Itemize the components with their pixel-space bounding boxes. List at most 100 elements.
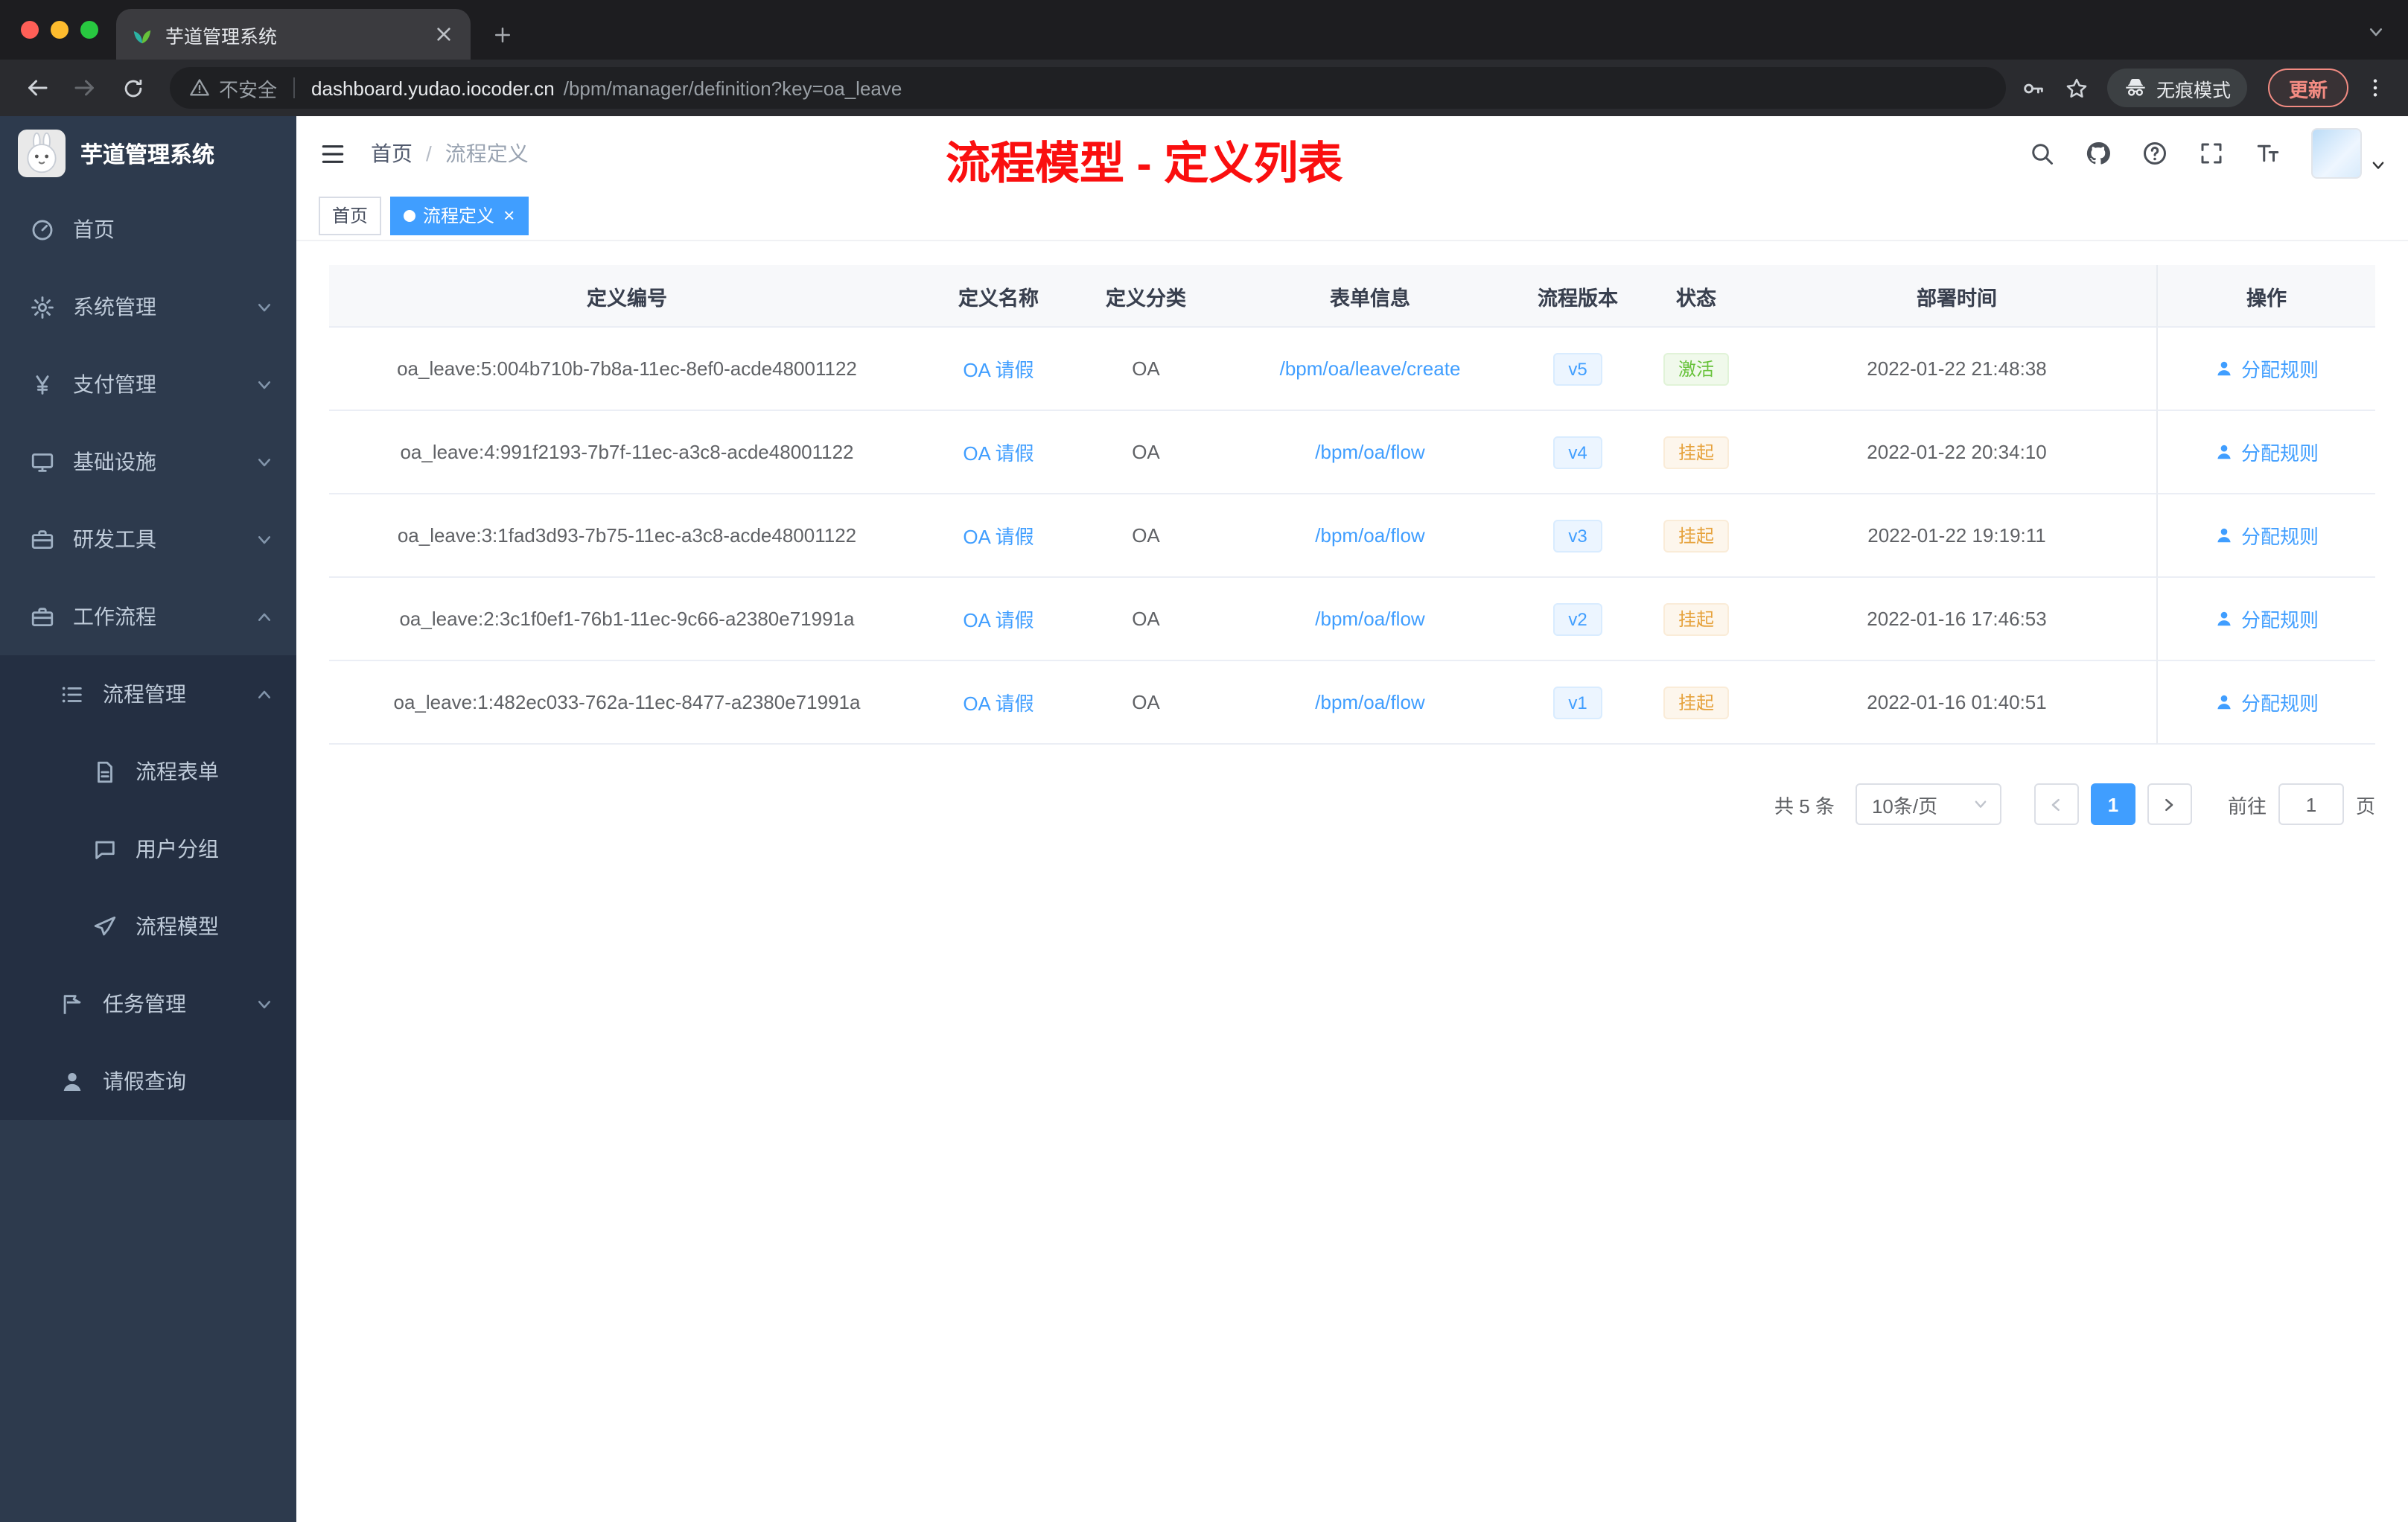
search-icon[interactable] — [2028, 140, 2055, 167]
window-controls — [21, 21, 98, 39]
user-icon — [2214, 692, 2234, 712]
next-page-button[interactable] — [2147, 783, 2192, 825]
column-header-action: 操作 — [2156, 265, 2375, 328]
page-number-button[interactable]: 1 — [2090, 783, 2135, 825]
assign-rule-link[interactable]: 分配规则 — [2214, 521, 2319, 550]
table-row: oa_leave:1:482ec033-762a-11ec-8477-a2380… — [329, 661, 2375, 745]
breadcrumb-separator: / — [426, 141, 432, 165]
back-button[interactable] — [15, 66, 60, 110]
tab-strip: 芋道管理系统 — [0, 0, 2408, 60]
minimize-window-button[interactable] — [51, 21, 69, 39]
assign-rule-link[interactable]: 分配规则 — [2214, 605, 2319, 633]
zoom-window-button[interactable] — [80, 21, 98, 39]
tag-close-icon[interactable]: × — [503, 206, 515, 225]
fullscreen-icon[interactable] — [2198, 140, 2225, 167]
app-title: 芋道管理系统 — [80, 142, 215, 168]
chevron-down-icon — [256, 453, 273, 470]
sidebar-item-home[interactable]: 首页 — [0, 191, 296, 268]
sidebar-item-process-form[interactable]: 流程表单 — [0, 733, 296, 810]
caret-down-icon[interactable] — [2371, 158, 2386, 173]
deploy-time: 2022-01-22 21:48:38 — [1757, 328, 2156, 411]
form-link[interactable]: /bpm/oa/leave/create — [1280, 357, 1461, 380]
definition-name-link[interactable]: OA 请假 — [963, 609, 1033, 631]
content-area: 定义编号 定义名称 定义分类 表单信息 流程版本 状态 部署时间 操作 oa_l — [296, 241, 2408, 1522]
definition-name-link[interactable]: OA 请假 — [963, 359, 1033, 381]
page-goto-input[interactable] — [2278, 783, 2344, 825]
user-avatar[interactable] — [2311, 128, 2362, 179]
sidebar-item-task-management[interactable]: 任务管理 — [0, 965, 296, 1042]
table-row: oa_leave:2:3c1f0ef1-76b1-11ec-9c66-a2380… — [329, 578, 2375, 661]
new-tab-button[interactable] — [480, 12, 524, 57]
page-goto: 前往 页 — [2228, 783, 2375, 825]
version-badge: v2 — [1553, 602, 1602, 635]
definition-name-link[interactable]: OA 请假 — [963, 526, 1033, 548]
sidebar-fold-icon[interactable] — [319, 139, 347, 168]
close-window-button[interactable] — [21, 21, 39, 39]
annotation-overlay: 流程模型 - 定义列表 — [946, 140, 1343, 189]
form-link[interactable]: /bpm/oa/flow — [1315, 524, 1424, 547]
sidebar-item-user-group[interactable]: 用户分组 — [0, 810, 296, 888]
definition-id: oa_leave:4:991f2193-7b7f-11ec-a3c8-acde4… — [329, 411, 925, 494]
page-size-select[interactable]: 10条/页 — [1855, 783, 2001, 825]
tab-title: 芋道管理系统 — [165, 26, 278, 47]
key-icon[interactable] — [2021, 75, 2046, 101]
browser-toolbar: 不安全 dashboard.yudao.iocoder.cn/bpm/manag… — [0, 60, 2408, 116]
chevron-up-icon — [256, 686, 273, 702]
breadcrumb-home[interactable]: 首页 — [371, 138, 413, 168]
status-badge: 挂起 — [1663, 686, 1729, 719]
deploy-time: 2022-01-16 17:46:53 — [1757, 578, 2156, 661]
app-root: 芋道管理系统 首页 系统管理 支付管理 基础设施 研发工具 工作流程 流程管理 … — [0, 116, 2408, 1522]
browser-tab[interactable]: 芋道管理系统 — [116, 9, 471, 60]
assign-rule-link[interactable]: 分配规则 — [2214, 354, 2319, 383]
kebab-menu-icon — [2363, 76, 2387, 100]
font-size-icon[interactable] — [2255, 140, 2281, 167]
sidebar-item-system[interactable]: 系统管理 — [0, 268, 296, 346]
sidebar-item-payment[interactable]: 支付管理 — [0, 346, 296, 423]
deploy-time: 2022-01-22 20:34:10 — [1757, 411, 2156, 494]
update-button[interactable]: 更新 — [2267, 69, 2348, 107]
sidebar-logo[interactable]: 芋道管理系统 — [0, 116, 296, 191]
chevron-right-icon — [2162, 796, 2178, 812]
assign-rule-link[interactable]: 分配规则 — [2214, 438, 2319, 466]
page-header: 首页 / 流程定义 流程模型 - 定义列表 — [296, 116, 2408, 191]
column-header-status: 状态 — [1635, 265, 1757, 328]
star-icon[interactable] — [2064, 75, 2089, 101]
document-icon — [92, 759, 118, 784]
definition-id: oa_leave:5:004b710b-7b8a-11ec-8ef0-acde4… — [329, 328, 925, 411]
definition-category: OA — [1072, 661, 1220, 745]
question-icon[interactable] — [2141, 140, 2168, 167]
tab-close-icon[interactable] — [432, 22, 456, 46]
prev-page-button[interactable] — [2033, 783, 2079, 825]
incognito-icon — [2124, 76, 2147, 100]
form-link[interactable]: /bpm/oa/flow — [1315, 691, 1424, 713]
sidebar-item-leave-query[interactable]: 请假查询 — [0, 1042, 296, 1120]
address-bar[interactable]: 不安全 dashboard.yudao.iocoder.cn/bpm/manag… — [170, 67, 2006, 109]
definition-name-link[interactable]: OA 请假 — [963, 442, 1033, 465]
form-link[interactable]: /bpm/oa/flow — [1315, 608, 1424, 630]
definition-id: oa_leave:2:3c1f0ef1-76b1-11ec-9c66-a2380… — [329, 578, 925, 661]
tag-home[interactable]: 首页 — [319, 196, 382, 235]
forward-button[interactable] — [63, 66, 107, 110]
github-icon[interactable] — [2085, 140, 2112, 167]
assign-rule-link[interactable]: 分配规则 — [2214, 688, 2319, 716]
gear-icon — [30, 294, 55, 319]
tab-strip-caret-icon[interactable] — [2368, 24, 2384, 40]
sidebar-item-workflow[interactable]: 工作流程 — [0, 578, 296, 655]
user-icon — [2214, 442, 2234, 462]
sidebar-item-process-management[interactable]: 流程管理 — [0, 655, 296, 733]
browser-menu-button[interactable] — [2357, 69, 2393, 107]
sidebar-item-dev-tools[interactable]: 研发工具 — [0, 500, 296, 578]
url-path: /bpm/manager/definition?key=oa_leave — [563, 77, 902, 99]
sidebar-item-infrastructure[interactable]: 基础设施 — [0, 423, 296, 500]
breadcrumb-current: 流程定义 — [445, 141, 529, 165]
tag-process-definition[interactable]: 流程定义 × — [390, 196, 529, 235]
list-icon — [60, 681, 85, 707]
form-link[interactable]: /bpm/oa/flow — [1315, 441, 1424, 463]
workflow-submenu: 流程管理 流程表单 用户分组 流程模型 任务管理 请假查询 — [0, 655, 296, 1120]
definition-name-link[interactable]: OA 请假 — [963, 692, 1033, 715]
table-row: oa_leave:4:991f2193-7b7f-11ec-a3c8-acde4… — [329, 411, 2375, 494]
definition-category: OA — [1072, 494, 1220, 578]
breadcrumb: 首页 / 流程定义 — [371, 138, 529, 168]
reload-button[interactable] — [110, 66, 155, 110]
sidebar-item-process-model[interactable]: 流程模型 — [0, 888, 296, 965]
